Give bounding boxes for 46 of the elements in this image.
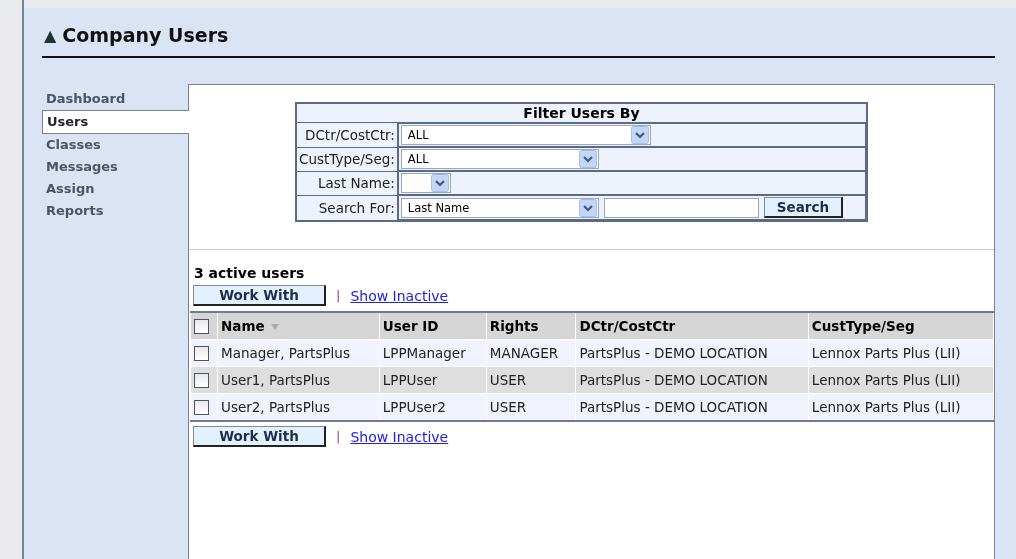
column-header[interactable]: Name [217, 312, 380, 340]
user-count: 3 active users [193, 265, 306, 281]
column-header[interactable]: CustType/Seg [808, 312, 994, 340]
table-cell: Lennox Parts Plus (LII) [808, 339, 994, 367]
column-header[interactable]: DCtr/CostCtr [575, 312, 809, 340]
table-cell: Lennox Parts Plus (LII) [808, 366, 994, 394]
field-label: Last Name: [296, 171, 398, 195]
separator: | [336, 288, 341, 303]
dropdown-field[interactable]: Last Name [400, 197, 599, 218]
work-with-button[interactable]: Work With [193, 285, 326, 306]
work-with-button[interactable]: Work With [193, 426, 326, 447]
table-cell: LPPUser [379, 366, 487, 394]
search-field[interactable] [603, 197, 759, 218]
page-title: Company Users [62, 24, 229, 46]
sidebar-item[interactable]: Messages [42, 156, 188, 178]
sidebar-item[interactable]: Users [42, 110, 189, 134]
table-cell: PartsPlus - DEMO LOCATION [575, 366, 809, 394]
dropdown-field[interactable]: ALL [400, 125, 651, 145]
sidebar-item[interactable]: Assign [42, 178, 188, 200]
dropdown-button[interactable] [578, 198, 597, 217]
collapse-icon[interactable]: ▲ [44, 25, 57, 45]
dropdown-button[interactable] [630, 126, 649, 144]
sidebar-item[interactable]: Classes [42, 134, 188, 156]
table-cell: PartsPlus - DEMO LOCATION [575, 339, 809, 367]
field-label: DCtr/CostCtr: [296, 122, 398, 147]
dropdown-field[interactable] [400, 173, 451, 193]
table-cell: USER [486, 366, 576, 394]
table-cell: Manager, PartsPlus [217, 339, 380, 367]
separator: | [336, 429, 341, 444]
column-header[interactable]: User ID [379, 312, 487, 340]
dropdown-button[interactable] [430, 174, 449, 192]
row-checkbox[interactable] [194, 399, 209, 415]
dropdown-field[interactable]: ALL [400, 149, 599, 169]
sort-down-icon [270, 323, 279, 331]
row-checkbox[interactable] [194, 372, 209, 388]
sidebar-item[interactable]: Reports [42, 200, 188, 222]
sidebar-item[interactable]: Dashboard [42, 88, 188, 110]
search-button[interactable]: Search [763, 197, 844, 218]
table-cell: MANAGER [486, 339, 576, 367]
select-all-checkbox[interactable] [194, 318, 209, 334]
table-cell: User1, PartsPlus [217, 366, 380, 394]
row-checkbox[interactable] [194, 345, 209, 361]
table-cell: LPPManager [379, 339, 487, 367]
dropdown-button[interactable] [578, 150, 597, 168]
column-header[interactable]: Rights [486, 312, 576, 340]
field-label: CustType/Seg: [296, 147, 398, 171]
